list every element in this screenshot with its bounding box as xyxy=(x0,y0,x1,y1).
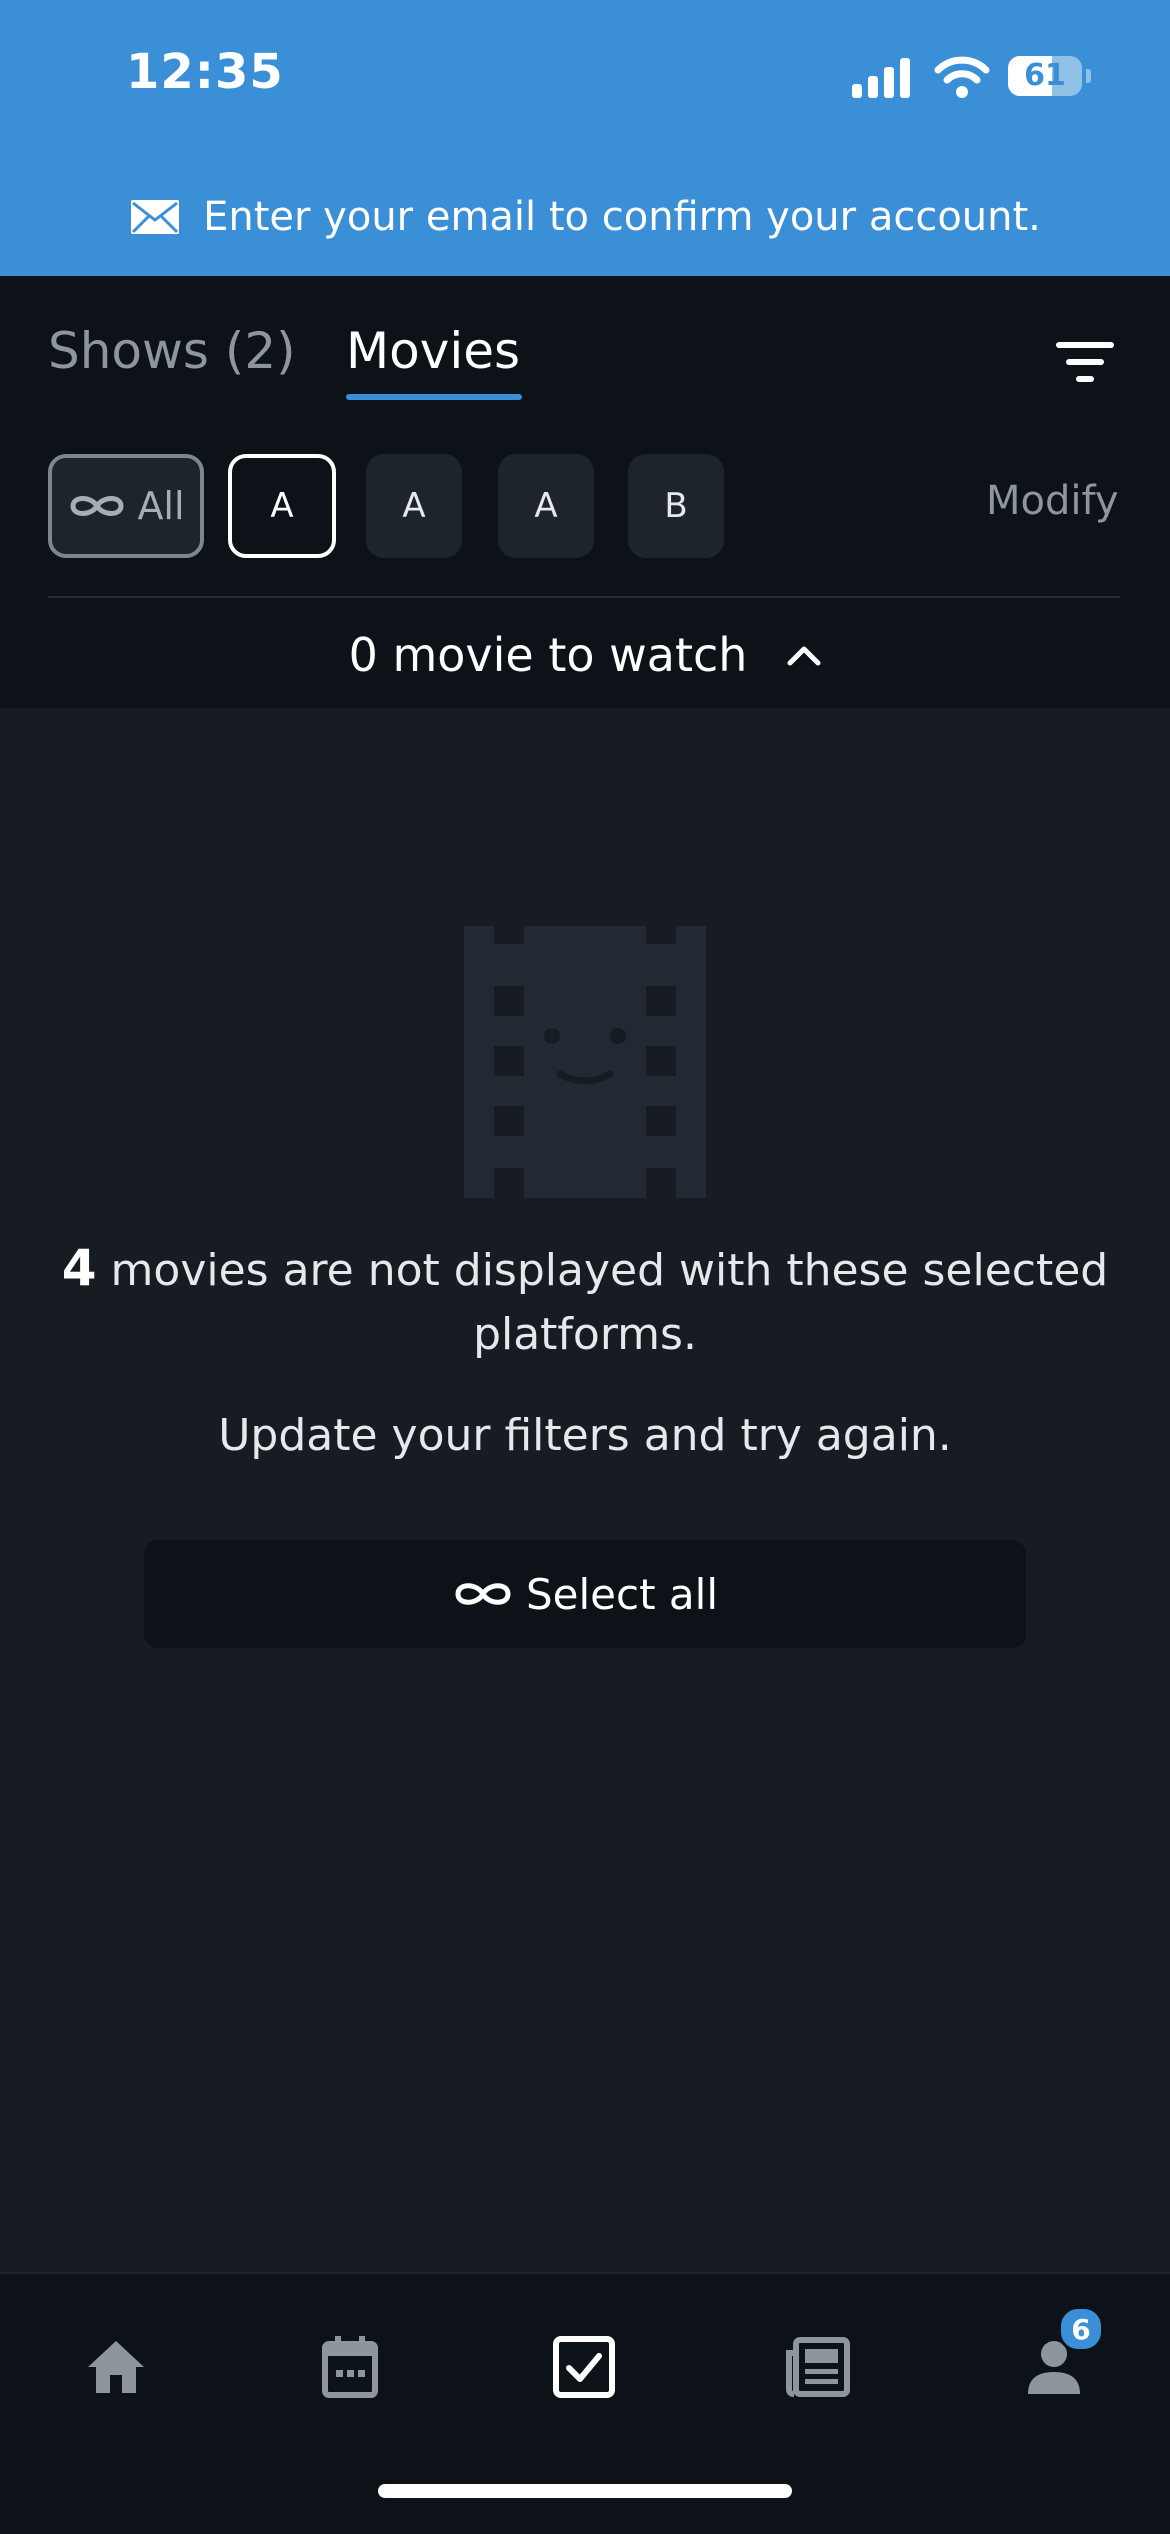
film-strip-icon xyxy=(464,926,706,1198)
tab-shows[interactable]: Shows (2) xyxy=(48,322,296,380)
select-all-label: Select all xyxy=(526,1569,718,1619)
modify-button[interactable]: Modify xyxy=(986,478,1119,524)
divider xyxy=(48,596,1120,598)
empty-state-text: movies are not displayed with these sele… xyxy=(110,1245,1109,1360)
home-indicator xyxy=(378,2484,792,2498)
battery-icon: 61 xyxy=(1008,56,1091,96)
news-icon xyxy=(786,2337,850,2397)
empty-state-message: 4 movies are not displayed with these se… xyxy=(0,1236,1170,1367)
active-tab-indicator xyxy=(346,394,522,400)
calendar-icon xyxy=(322,2336,378,2398)
platform-chip[interactable]: A xyxy=(228,454,336,558)
watch-summary-toggle[interactable]: 0 movie to watch xyxy=(0,620,1170,690)
battery-level: 61 xyxy=(1024,58,1066,93)
platform-chip[interactable]: A xyxy=(366,454,462,558)
home-icon xyxy=(88,2341,144,2393)
hidden-movie-count: 4 xyxy=(61,1239,97,1297)
status-time: 12:35 xyxy=(126,44,284,100)
filter-sort-icon[interactable] xyxy=(1056,340,1116,384)
watch-summary: 0 movie to watch xyxy=(348,628,748,682)
chevron-up-icon xyxy=(787,646,821,666)
nav-home[interactable] xyxy=(56,2312,176,2422)
notification-badge: 6 xyxy=(1058,2306,1104,2352)
checkbox-icon xyxy=(553,2336,615,2398)
infinity-icon xyxy=(70,496,124,516)
nav-watchlist[interactable] xyxy=(524,2312,644,2422)
wifi-icon xyxy=(934,56,990,98)
platform-chip-label: All xyxy=(137,484,185,528)
nav-calendar[interactable] xyxy=(290,2312,410,2422)
nav-news[interactable] xyxy=(758,2312,878,2422)
cellular-signal-icon xyxy=(852,58,910,98)
empty-state-hint: Update your filters and try again. xyxy=(218,1410,952,1461)
confirm-email-banner[interactable]: Enter your email to confirm your account… xyxy=(0,180,1170,254)
banner-text: Enter your email to confirm your account… xyxy=(203,194,1041,240)
envelope-icon xyxy=(131,200,180,234)
platform-chip[interactable]: B xyxy=(628,454,724,558)
select-all-button[interactable]: Select all xyxy=(144,1540,1026,1648)
platform-chip[interactable]: A xyxy=(498,454,594,558)
infinity-icon xyxy=(455,1583,511,1605)
platform-chip-all[interactable]: All xyxy=(48,454,204,558)
tab-movies[interactable]: Movies xyxy=(346,322,520,380)
